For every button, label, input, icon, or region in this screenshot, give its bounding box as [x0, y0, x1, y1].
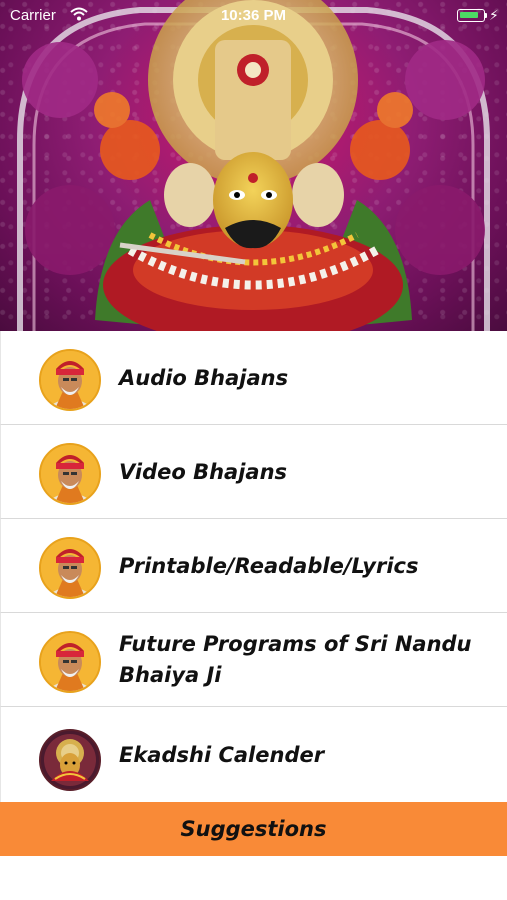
menu-item-label: Video Bhajans [119, 459, 288, 484]
shrine-deity-image [17, 0, 490, 331]
status-time: 10:36 PM [220, 7, 287, 24]
menu-list: Audio Bhajans Video Bhajans Printable/Re… [0, 331, 507, 803]
guru-portrait-icon [39, 349, 101, 411]
menu-item-label: Future Programs of Sri Nandu Bhaiya Ji [119, 632, 472, 687]
guru-portrait-icon [39, 631, 101, 693]
guru-portrait-icon [39, 537, 101, 599]
menu-item-video-bhajans[interactable]: Video Bhajans [0, 425, 507, 519]
menu-item-audio-bhajans[interactable]: Audio Bhajans [0, 331, 507, 425]
charging-bolt-icon: ⚡ [489, 7, 499, 23]
menu-item-ekadshi-calender[interactable]: Ekadshi Calender [0, 707, 507, 803]
deity-calendar-icon [39, 729, 101, 791]
hero-shrine-image: Carrier 10:36 PM ⚡ [0, 0, 507, 331]
menu-item-label: Printable/Readable/Lyrics [119, 553, 419, 578]
menu-item-label: Audio Bhajans [119, 365, 289, 390]
suggestions-button[interactable]: Suggestions [0, 802, 507, 856]
guru-portrait-icon [39, 443, 101, 505]
menu-item-printable-lyrics[interactable]: Printable/Readable/Lyrics [0, 519, 507, 613]
suggestions-label: Suggestions [180, 817, 327, 841]
battery-icon: ⚡ [457, 7, 499, 23]
status-bar: Carrier 10:36 PM ⚡ [0, 0, 507, 32]
menu-item-future-programs[interactable]: Future Programs of Sri Nandu Bhaiya Ji [0, 613, 507, 707]
menu-item-label: Ekadshi Calender [119, 742, 325, 767]
